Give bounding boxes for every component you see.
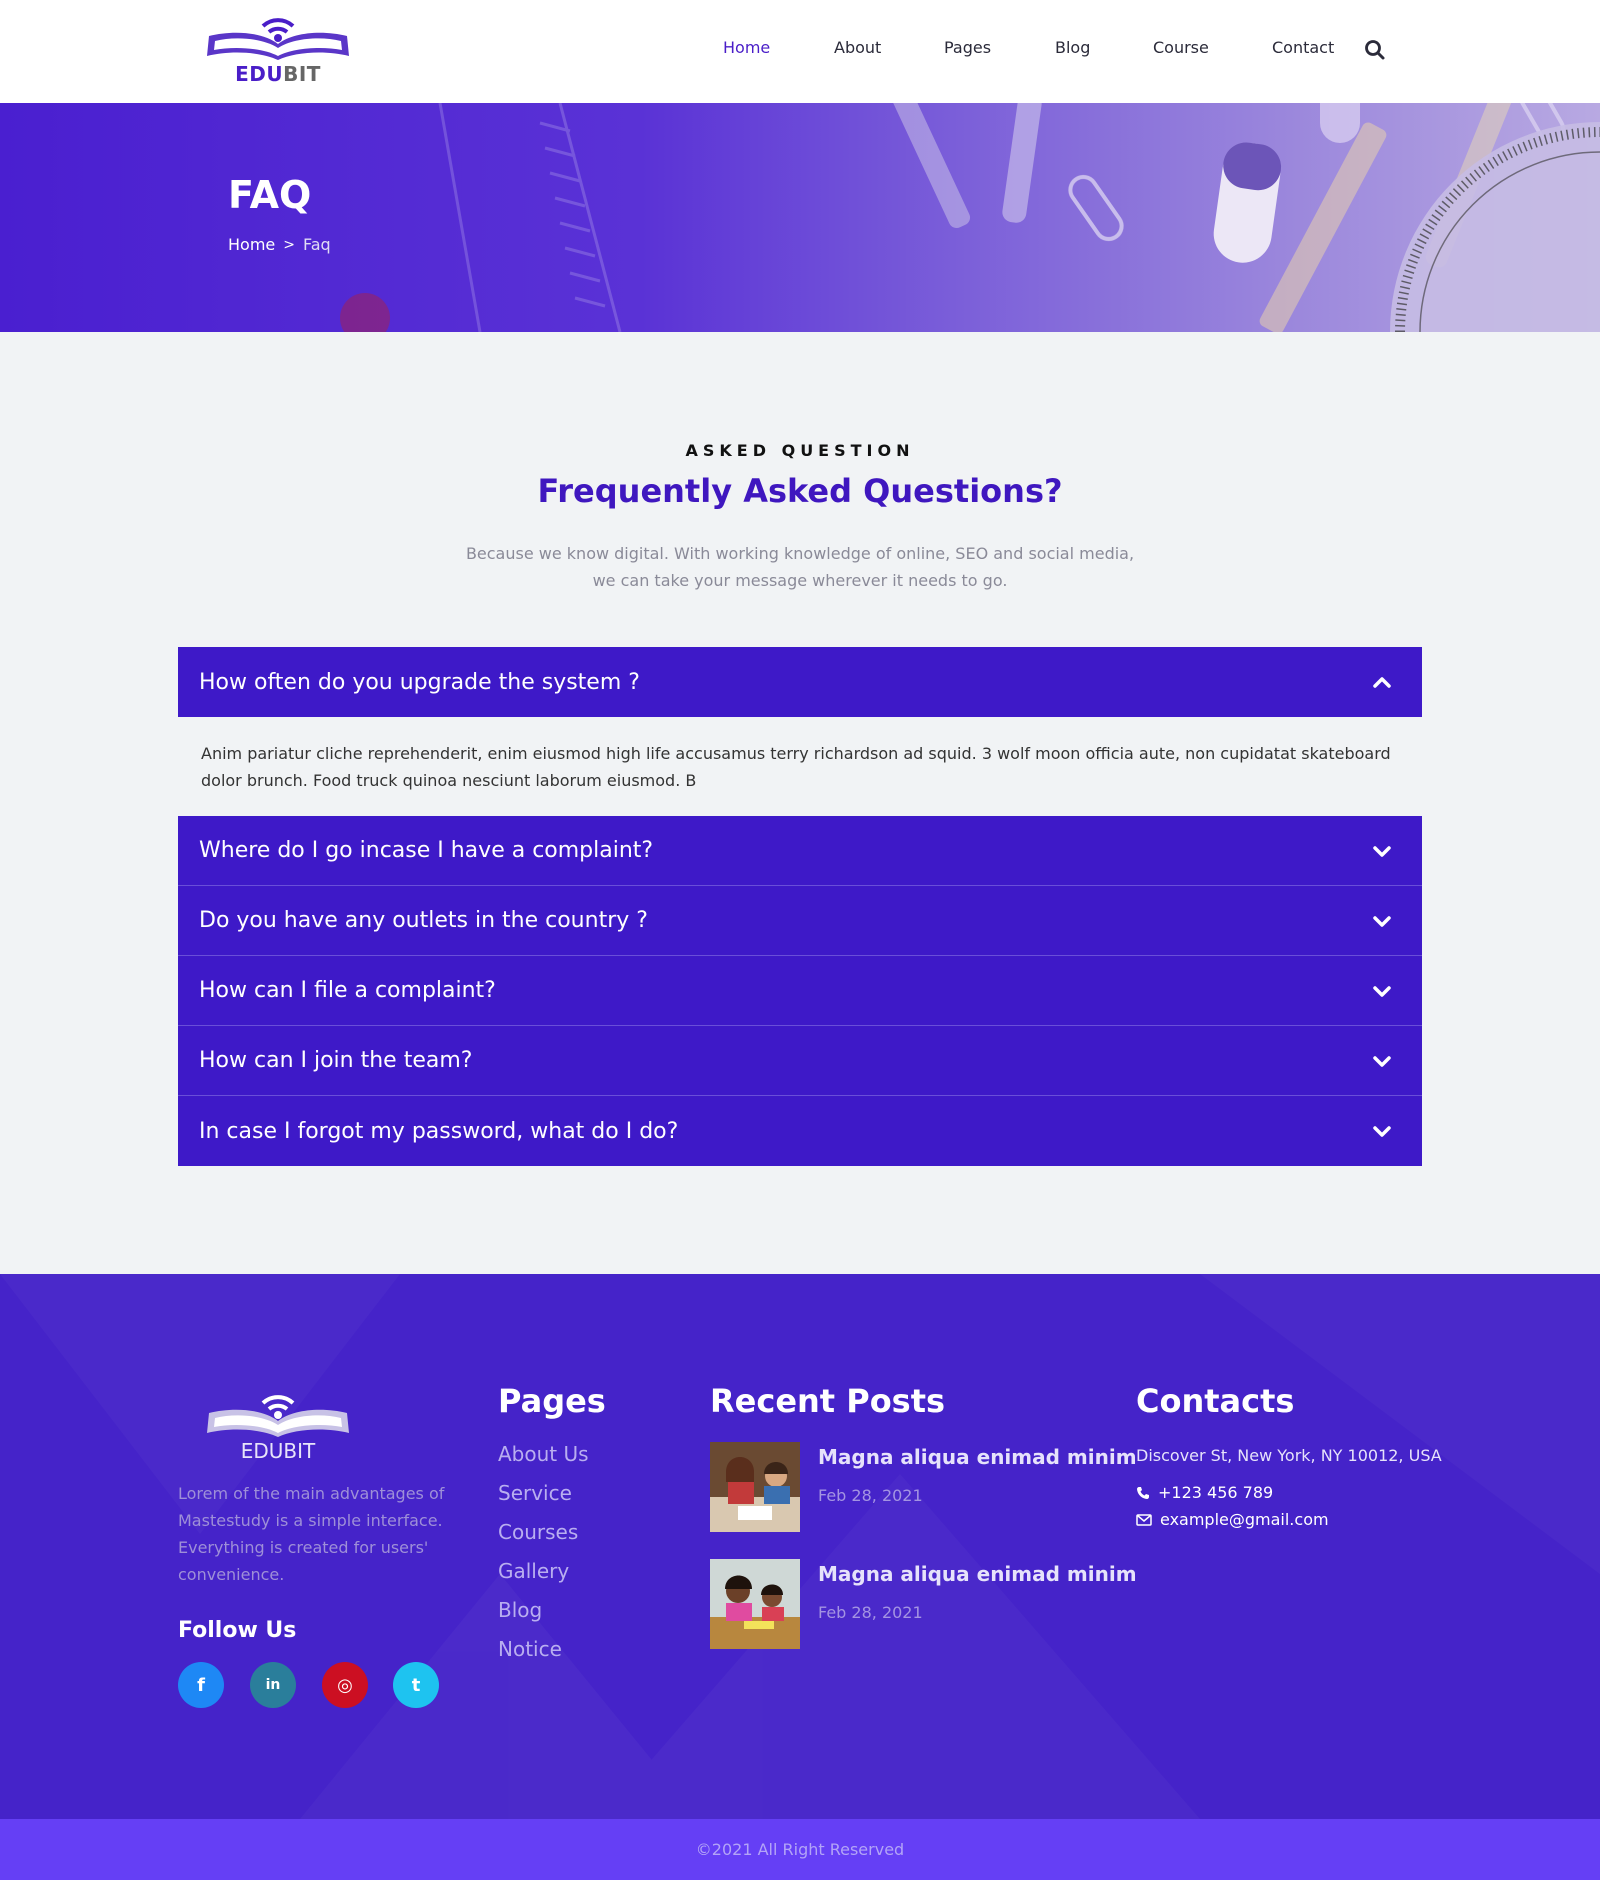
site-footer: EDUBIT Lorem of the main advantages of M… (0, 1274, 1600, 1819)
faq-question-3[interactable]: Do you have any outlets in the country ? (178, 886, 1422, 956)
post-title[interactable]: Magna aliqua enimad minim (818, 1562, 1137, 1586)
faq-question-text: Do you have any outlets in the country ? (199, 908, 648, 933)
faq-question-5[interactable]: How can I join the team? (178, 1026, 1422, 1096)
footer-link-service[interactable]: Service (498, 1481, 589, 1520)
description-line-2: we can take your message wherever it nee… (592, 571, 1008, 590)
banner-background-art (340, 103, 1600, 332)
chevron-down-icon (1373, 1126, 1391, 1137)
faq-question-text: Where do I go incase I have a complaint? (199, 838, 654, 863)
students-photo-icon (710, 1442, 800, 1532)
footer-about-text: Lorem of the main advantages of Mastestu… (178, 1484, 445, 1584)
chevron-up-icon (1373, 677, 1391, 688)
post-date: Feb 28, 2021 (818, 1603, 923, 1622)
footer-link-courses[interactable]: Courses (498, 1520, 589, 1559)
linkedin-icon[interactable]: in (250, 1662, 296, 1708)
section-title: Frequently Asked Questions? (537, 472, 1063, 510)
footer-link-gallery[interactable]: Gallery (498, 1559, 589, 1598)
logo-text-edu: EDU (235, 62, 284, 86)
recent-posts-title: Recent Posts (710, 1382, 946, 1420)
chevron-down-icon (1373, 1055, 1391, 1067)
contact-email-text: example@gmail.com (1160, 1510, 1329, 1529)
chevron-down-icon (1373, 845, 1391, 857)
footer-link-notice[interactable]: Notice (498, 1637, 589, 1676)
post-thumbnail[interactable] (710, 1442, 800, 1532)
contact-address: Discover St, New York, NY 10012, USA (1136, 1446, 1442, 1465)
nav-pages[interactable]: Pages (944, 38, 991, 57)
post-thumbnail[interactable] (710, 1559, 800, 1649)
contact-phone[interactable]: +123 456 789 (1136, 1483, 1273, 1502)
faq-accordion: How often do you upgrade the system ? An… (178, 647, 1422, 1166)
logo-text: EDUBIT (203, 62, 353, 86)
footer-logo-text: EDUBIT (240, 1439, 316, 1463)
faq-question-2[interactable]: Where do I go incase I have a complaint? (178, 816, 1422, 886)
contact-email[interactable]: example@gmail.com (1136, 1510, 1329, 1529)
section-description: Because we know digital. With working kn… (440, 540, 1160, 594)
description-line-1: Because we know digital. With working kn… (465, 544, 1135, 563)
footer-logo[interactable]: EDUBIT (203, 1391, 353, 1471)
search-icon[interactable] (1364, 39, 1386, 61)
breadcrumb-home[interactable]: Home (228, 235, 275, 254)
nav-blog[interactable]: Blog (1055, 38, 1090, 57)
chevron-down-icon (1373, 915, 1391, 927)
contacts-title: Contacts (1136, 1382, 1295, 1420)
post-title[interactable]: Magna aliqua enimad minim (818, 1445, 1137, 1469)
faq-question-text: How often do you upgrade the system ? (199, 669, 640, 695)
section-eyebrow: ASKED QUESTION (685, 441, 915, 460)
children-photo-icon (710, 1559, 800, 1649)
faq-question-text: In case I forgot my password, what do I … (199, 1118, 679, 1144)
page-title: FAQ (228, 173, 312, 217)
copyright-bar: ©2021 All Right Reserved (0, 1819, 1600, 1880)
instagram-icon[interactable]: ◎ (322, 1662, 368, 1708)
faq-question-text: How can I join the team? (199, 1048, 473, 1073)
book-logo-icon (207, 1395, 349, 1437)
follow-us-title: Follow Us (178, 1618, 297, 1643)
faq-question-6[interactable]: In case I forgot my password, what do I … (178, 1096, 1422, 1166)
site-header: EDUBIT Home About Pages Blog Course Cont… (0, 0, 1600, 103)
breadcrumb: Home > Faq (228, 235, 331, 254)
facebook-icon[interactable]: f (178, 1662, 224, 1708)
breadcrumb-chevron-icon: > (283, 236, 295, 253)
contact-phone-text: +123 456 789 (1158, 1483, 1274, 1502)
book-logo-icon (207, 18, 349, 60)
nav-about[interactable]: About (834, 38, 881, 57)
nav-home[interactable]: Home (723, 38, 770, 57)
footer-pages-list: About Us Service Courses Gallery Blog No… (498, 1442, 589, 1676)
breadcrumb-current: Faq (302, 235, 331, 254)
chevron-down-icon (1373, 985, 1391, 997)
pages-title: Pages (498, 1382, 606, 1420)
envelope-icon (1136, 1513, 1152, 1526)
site-logo[interactable]: EDUBIT (203, 14, 353, 86)
recent-post-1[interactable]: Magna aliqua enimad minim Feb 28, 2021 (710, 1442, 1137, 1532)
faq-question-4[interactable]: How can I file a complaint? (178, 956, 1422, 1026)
recent-post-2[interactable]: Magna aliqua enimad minim Feb 28, 2021 (710, 1559, 1137, 1649)
faq-question-text: How can I file a complaint? (199, 978, 496, 1003)
twitter-icon[interactable]: t (393, 1662, 439, 1708)
page-banner: FAQ Home > Faq (0, 103, 1600, 332)
nav-course[interactable]: Course (1153, 38, 1209, 57)
footer-link-blog[interactable]: Blog (498, 1598, 589, 1637)
faq-question-1[interactable]: How often do you upgrade the system ? (178, 647, 1422, 717)
faq-answer-1: Anim pariatur cliche reprehenderit, enim… (201, 744, 1391, 790)
footer-link-about-us[interactable]: About Us (498, 1442, 589, 1481)
nav-contact[interactable]: Contact (1272, 38, 1334, 57)
post-date: Feb 28, 2021 (818, 1486, 923, 1505)
phone-icon (1137, 1486, 1149, 1499)
logo-text-bit: BIT (283, 62, 321, 86)
